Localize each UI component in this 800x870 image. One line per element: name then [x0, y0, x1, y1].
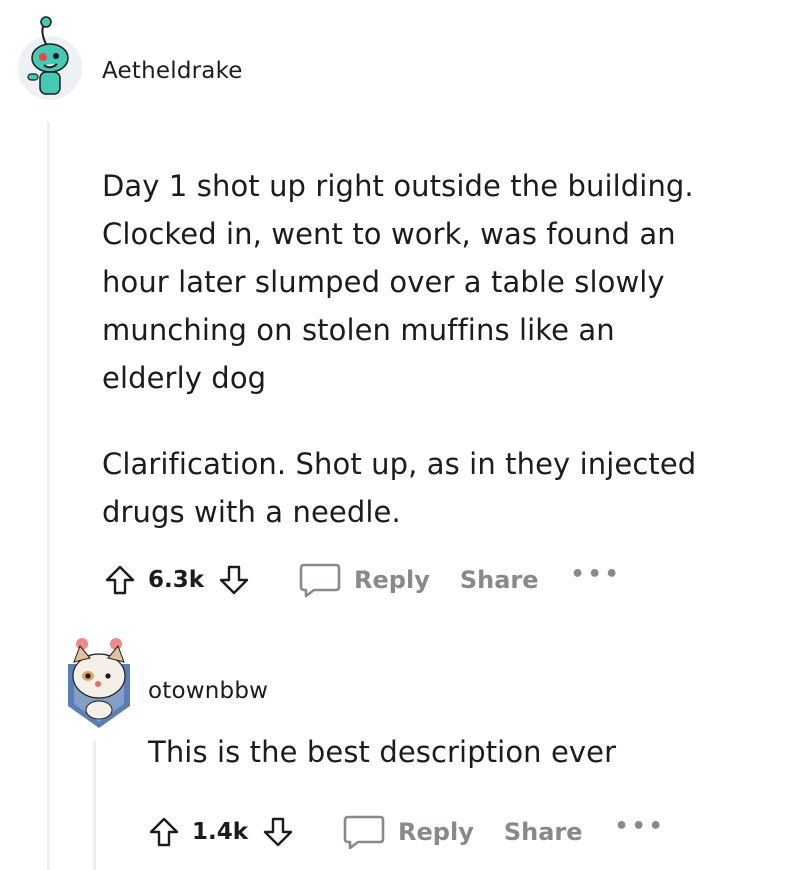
more-options-button[interactable]: ••• [615, 814, 666, 839]
vote-count: 6.3k [148, 567, 205, 593]
more-options-button[interactable]: ••• [571, 562, 622, 587]
vote-count: 1.4k [192, 819, 249, 845]
comment-otownbbw: otownbbw This is the best description ev… [0, 620, 800, 870]
comment-line: Day 1 shot up right outside the building… [102, 169, 694, 203]
upvote-icon[interactable] [148, 816, 180, 848]
avatar[interactable] [64, 632, 134, 732]
comment-line: Clarification. Shot up, as in they injec… [102, 447, 697, 481]
comment-line: drugs with a needle. [102, 495, 401, 529]
comment-aetheldrake: Aetheldrake Day 1 shot up right outside … [0, 0, 800, 610]
comment-body: This is the best description ever [148, 735, 617, 769]
comment-actions: 6.3k Reply Share ••• [104, 560, 622, 600]
share-button[interactable]: Share [460, 566, 539, 594]
avatar[interactable] [16, 12, 84, 102]
comment-line: hour later slumped over a table slowly [102, 265, 665, 299]
snoo-cat-avatar-icon [68, 638, 130, 728]
reply-button[interactable]: Reply [354, 566, 430, 594]
share-button[interactable]: Share [504, 818, 583, 846]
downvote-icon[interactable] [262, 816, 294, 848]
reply-button[interactable]: Reply [398, 818, 474, 846]
comment-username[interactable]: Aetheldrake [102, 58, 243, 84]
comment-body: Day 1 shot up right outside the building… [102, 162, 762, 536]
downvote-icon[interactable] [218, 564, 250, 596]
comment-bubble-icon[interactable] [298, 561, 342, 599]
comment-bubble-icon[interactable] [342, 813, 386, 851]
comment-line: elderly dog [102, 361, 267, 395]
comment-actions: 1.4k Reply Share ••• [148, 812, 666, 852]
snoo-zombie-avatar-icon [18, 16, 82, 100]
comment-username[interactable]: otownbbw [148, 678, 268, 704]
upvote-icon[interactable] [104, 564, 136, 596]
comment-line: munching on stolen muffins like an [102, 313, 615, 347]
comment-line: Clocked in, went to work, was found an [102, 217, 676, 251]
